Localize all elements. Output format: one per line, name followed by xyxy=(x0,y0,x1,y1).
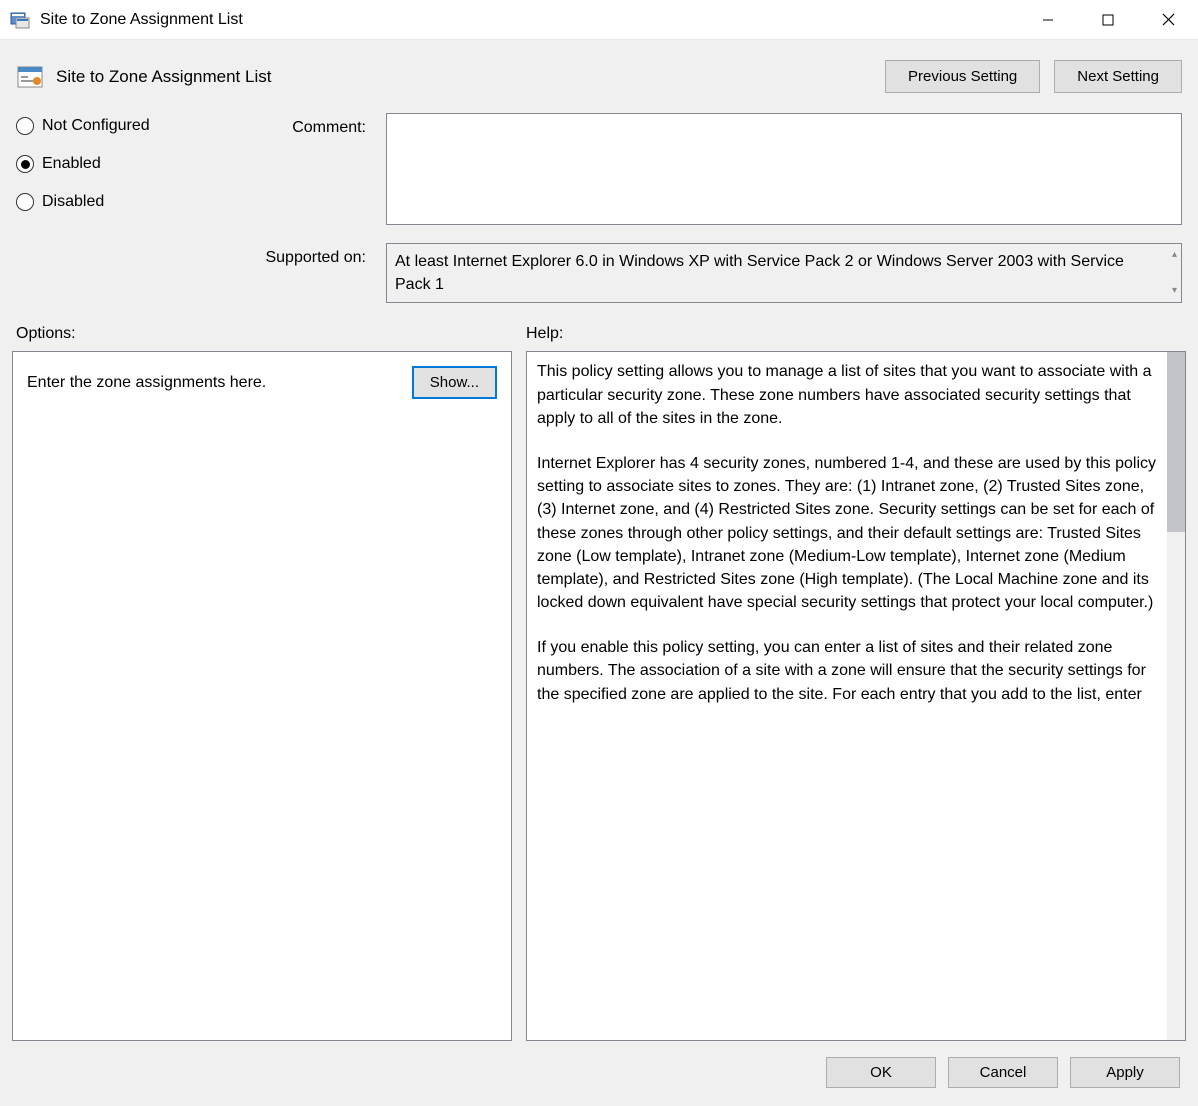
help-paragraph: If you enable this policy setting, you c… xyxy=(537,636,1157,706)
window-title: Site to Zone Assignment List xyxy=(40,11,1018,29)
help-text: This policy setting allows you to manage… xyxy=(527,352,1167,1040)
ok-button[interactable]: OK xyxy=(826,1057,936,1088)
close-button[interactable] xyxy=(1138,0,1198,39)
help-scrollbar[interactable] xyxy=(1167,352,1185,1040)
window-controls xyxy=(1018,0,1198,39)
radio-label: Not Configured xyxy=(42,117,150,135)
radio-enabled[interactable]: Enabled xyxy=(16,155,216,173)
app-icon xyxy=(10,10,30,30)
help-paragraph: Internet Explorer has 4 security zones, … xyxy=(537,452,1157,614)
apply-button[interactable]: Apply xyxy=(1070,1057,1180,1088)
show-button[interactable]: Show... xyxy=(412,366,497,399)
policy-icon xyxy=(16,63,44,91)
scroll-arrows-icon: ▴▾ xyxy=(1172,248,1177,298)
radio-disabled[interactable]: Disabled xyxy=(16,193,216,211)
section-labels: Options: Help: xyxy=(12,313,1186,351)
policy-title: Site to Zone Assignment List xyxy=(56,67,885,87)
options-panel: Enter the zone assignments here. Show... xyxy=(12,351,512,1041)
scrollbar-thumb[interactable] xyxy=(1167,352,1185,532)
radio-icon xyxy=(16,155,34,173)
help-paragraph: This policy setting allows you to manage… xyxy=(537,360,1157,430)
maximize-button[interactable] xyxy=(1078,0,1138,39)
titlebar: Site to Zone Assignment List xyxy=(0,0,1198,40)
radio-not-configured[interactable]: Not Configured xyxy=(16,117,216,135)
help-panel: This policy setting allows you to manage… xyxy=(526,351,1186,1041)
content-area: Site to Zone Assignment List Previous Se… xyxy=(0,40,1198,1106)
supported-on-label: Supported on: xyxy=(236,243,366,303)
help-label: Help: xyxy=(526,325,563,343)
radio-label: Enabled xyxy=(42,155,101,173)
comment-label: Comment: xyxy=(236,113,366,229)
panels: Enter the zone assignments here. Show...… xyxy=(12,351,1186,1041)
previous-setting-button[interactable]: Previous Setting xyxy=(885,60,1040,93)
state-radio-group: Not Configured Enabled Disabled xyxy=(16,113,216,303)
cancel-button[interactable]: Cancel xyxy=(948,1057,1058,1088)
config-row: Not Configured Enabled Disabled Comment:… xyxy=(12,113,1186,313)
radio-icon xyxy=(16,193,34,211)
minimize-button[interactable] xyxy=(1018,0,1078,39)
next-setting-button[interactable]: Next Setting xyxy=(1054,60,1182,93)
options-prompt: Enter the zone assignments here. xyxy=(27,374,266,392)
options-label: Options: xyxy=(16,325,526,343)
comment-input[interactable] xyxy=(386,113,1182,225)
policy-header: Site to Zone Assignment List Previous Se… xyxy=(12,52,1186,113)
radio-icon xyxy=(16,117,34,135)
supported-on-value: At least Internet Explorer 6.0 in Window… xyxy=(386,243,1182,303)
radio-label: Disabled xyxy=(42,193,104,211)
footer-buttons: OK Cancel Apply xyxy=(12,1041,1186,1094)
